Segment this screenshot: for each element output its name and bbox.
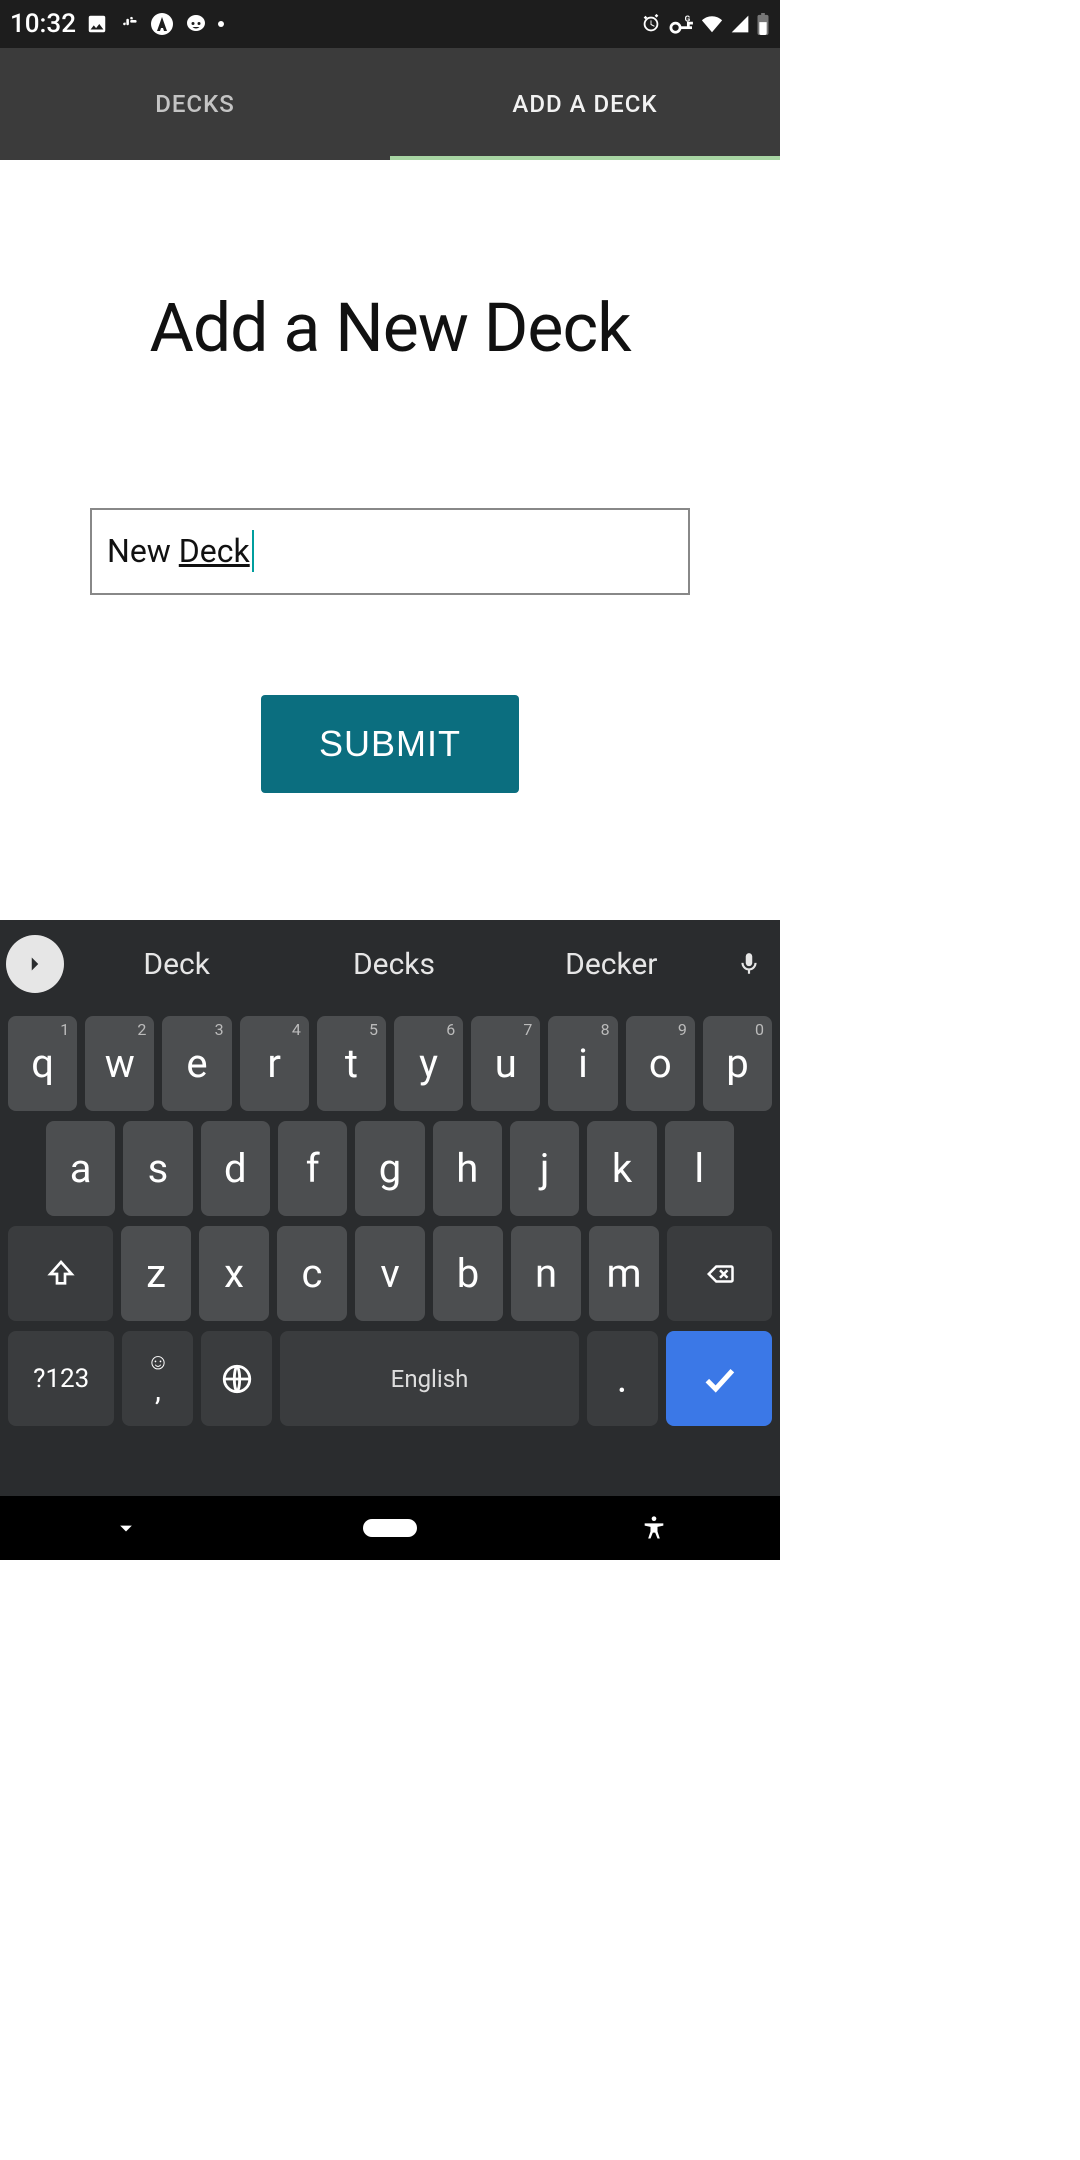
key-g-icon: G (668, 13, 694, 35)
input-text-composing: Deck (179, 532, 250, 570)
key-n[interactable]: n (511, 1226, 581, 1321)
mic-icon[interactable] (724, 951, 774, 977)
key-v[interactable]: v (355, 1226, 425, 1321)
kb-suggestion-bar: Deck Decks Decker (0, 920, 780, 1008)
deck-name-input[interactable]: New Deck (90, 508, 690, 595)
kb-suggestion-2[interactable]: Decks (289, 947, 498, 982)
key-y[interactable]: y6 (394, 1016, 463, 1111)
symbols-key[interactable]: ?123 (8, 1331, 114, 1426)
emoji-icon: ☺ (147, 1352, 169, 1374)
signal-icon (730, 14, 750, 34)
key-m[interactable]: m (589, 1226, 659, 1321)
input-text-plain: New (107, 532, 179, 570)
nav-bar (0, 1496, 780, 1560)
key-g[interactable]: g (355, 1121, 424, 1216)
key-k[interactable]: k (587, 1121, 656, 1216)
submit-button[interactable]: SUBMIT (261, 695, 519, 793)
enter-key[interactable] (666, 1331, 772, 1426)
key-q[interactable]: q1 (8, 1016, 77, 1111)
key-u[interactable]: u7 (471, 1016, 540, 1111)
dot-icon (218, 21, 224, 27)
key-c[interactable]: c (277, 1226, 347, 1321)
alarm-icon (640, 13, 662, 35)
spacebar[interactable]: English (280, 1331, 578, 1426)
key-s[interactable]: s (123, 1121, 192, 1216)
key-l[interactable]: l (665, 1121, 734, 1216)
kb-expand-button[interactable] (6, 935, 64, 993)
key-x[interactable]: x (199, 1226, 269, 1321)
battery-icon (756, 13, 770, 35)
wifi-icon (700, 13, 724, 35)
tab-bar: DECKS ADD A DECK (0, 48, 780, 160)
key-j[interactable]: j (510, 1121, 579, 1216)
kb-row-3: zxcvbnm (8, 1226, 772, 1321)
key-t[interactable]: t5 (317, 1016, 386, 1111)
tab-add-a-deck[interactable]: ADD A DECK (390, 48, 780, 160)
gallery-icon (86, 13, 108, 35)
key-d[interactable]: d (201, 1121, 270, 1216)
key-r[interactable]: r4 (240, 1016, 309, 1111)
kb-row-2: asdfghjkl (8, 1121, 772, 1216)
key-p[interactable]: p0 (703, 1016, 772, 1111)
shift-key[interactable] (8, 1226, 113, 1321)
kb-suggestion-1[interactable]: Deck (72, 947, 281, 982)
svg-text:G: G (685, 14, 691, 24)
key-f[interactable]: f (278, 1121, 347, 1216)
kb-row-4: ?123 ☺ , English . (8, 1331, 772, 1426)
add-deck-form: Add a New Deck New Deck SUBMIT (0, 160, 780, 920)
key-e[interactable]: e3 (162, 1016, 231, 1111)
key-z[interactable]: z (121, 1226, 191, 1321)
backspace-key[interactable] (667, 1226, 772, 1321)
key-a[interactable]: a (46, 1121, 115, 1216)
kb-row-1: q1w2e3r4t5y6u7i8o9p0 (8, 1016, 772, 1111)
text-cursor (252, 530, 254, 572)
soft-keyboard: Deck Decks Decker q1w2e3r4t5y6u7i8o9p0 a… (0, 920, 780, 1496)
period-key[interactable]: . (587, 1331, 658, 1426)
status-time: 10:32 (10, 9, 76, 39)
circle-a-icon (150, 12, 174, 36)
key-h[interactable]: h (433, 1121, 502, 1216)
emoji-comma-key[interactable]: ☺ , (122, 1331, 193, 1426)
key-w[interactable]: w2 (85, 1016, 154, 1111)
key-o[interactable]: o9 (626, 1016, 695, 1111)
status-bar: 10:32 G (0, 0, 780, 48)
nav-home-pill[interactable] (363, 1519, 417, 1537)
slack-icon (118, 13, 140, 35)
nav-back-icon[interactable] (112, 1514, 140, 1542)
key-b[interactable]: b (433, 1226, 503, 1321)
tab-decks[interactable]: DECKS (0, 48, 390, 160)
reddit-icon (184, 12, 208, 36)
accessibility-icon[interactable] (640, 1514, 668, 1542)
kb-suggestion-3[interactable]: Decker (507, 947, 716, 982)
language-key[interactable] (201, 1331, 272, 1426)
key-i[interactable]: i8 (548, 1016, 617, 1111)
page-title: Add a New Deck (149, 288, 630, 368)
